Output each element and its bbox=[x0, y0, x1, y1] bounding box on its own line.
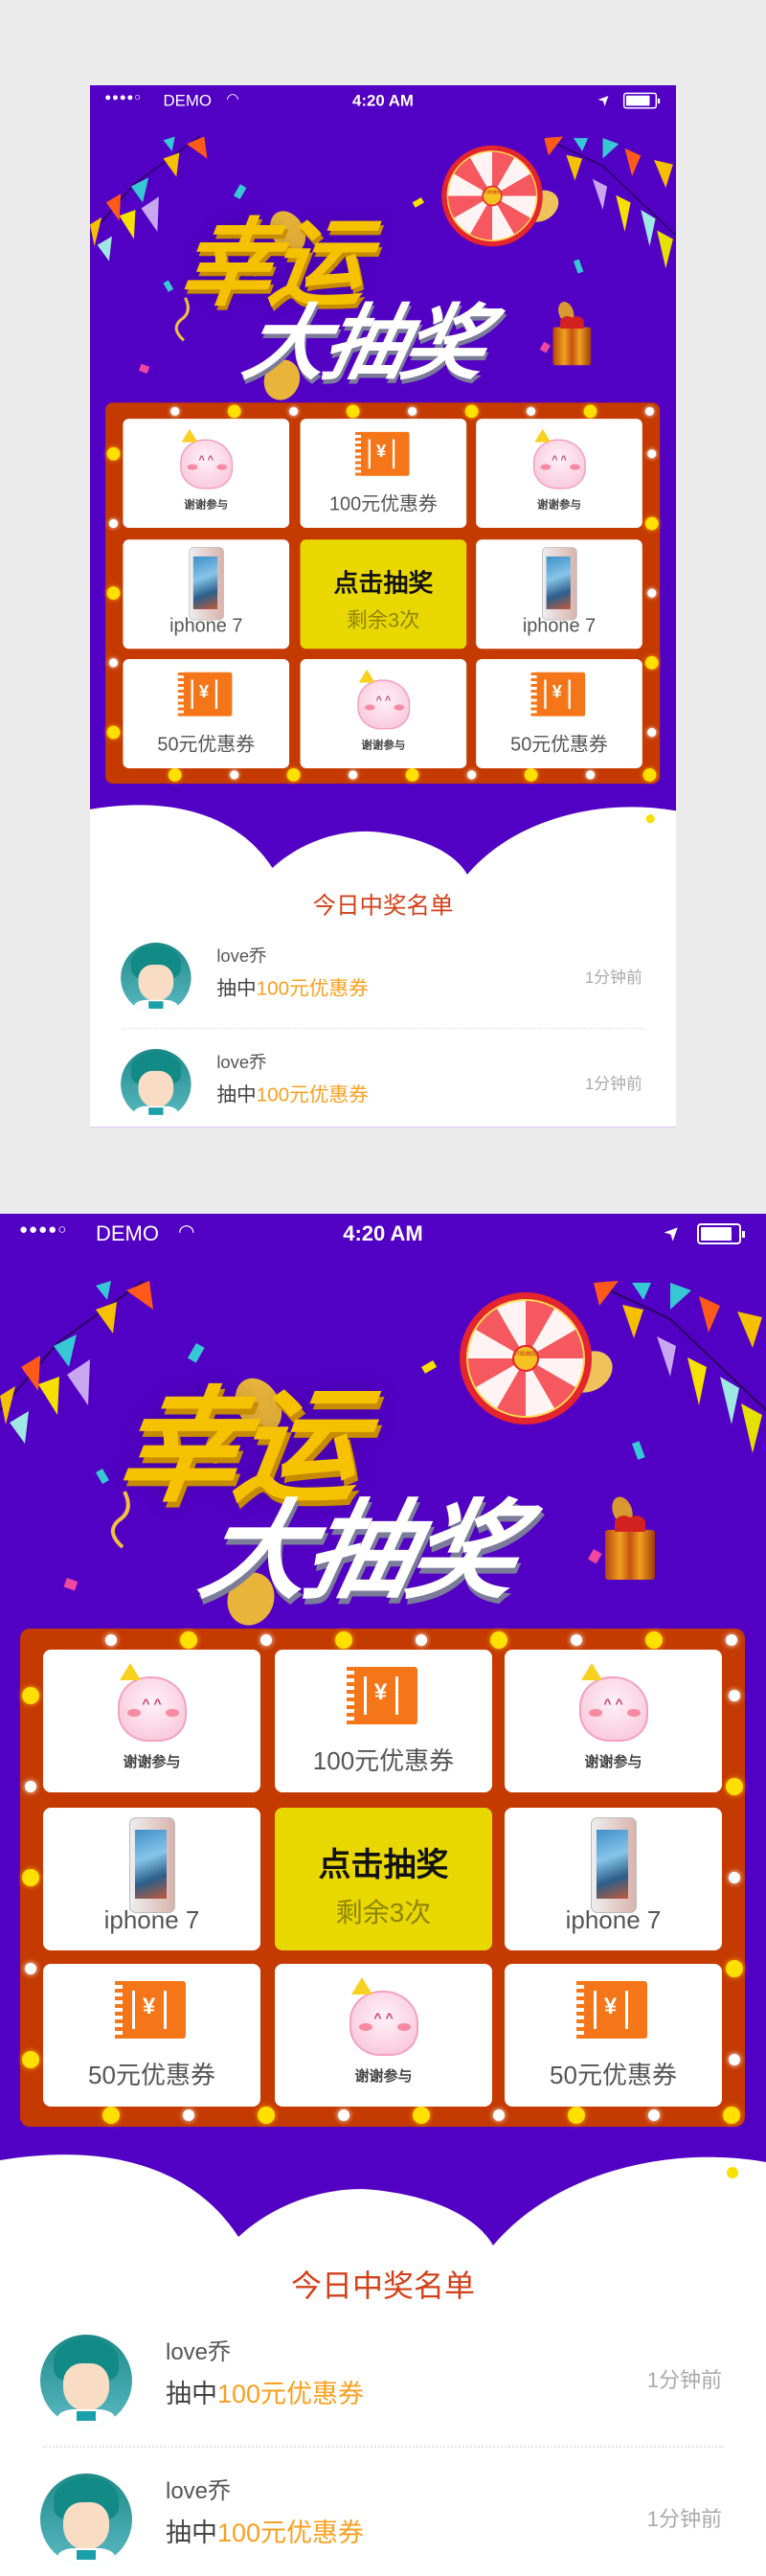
prize-name: 100元优惠券 bbox=[217, 2519, 365, 2547]
winner-row: love乔 抽中100元优惠券 1分钟前 bbox=[90, 1048, 676, 1128]
avatar bbox=[121, 943, 192, 1014]
winners-title: 今日中奖名单 bbox=[312, 892, 454, 919]
prize-name: 100元优惠券 bbox=[256, 977, 369, 999]
row-divider bbox=[42, 2446, 724, 2448]
lottery-screen: 幸运 大抽奖 开始抽奖 ●●●●○ DEMO ◠ 4:20 AM ➤ ^ ^ 谢谢… bbox=[90, 85, 676, 1128]
lottery-screen: 幸运 大抽奖 开始抽奖 ●●●●○ DEMO ◠ 4:20 AM ➤ ^ ^ 谢谢… bbox=[0, 1214, 766, 2576]
winner-name: love乔 bbox=[166, 2339, 232, 2365]
avatar bbox=[121, 1048, 192, 1120]
winner-name: love乔 bbox=[216, 946, 267, 967]
prize-name: 100元优惠券 bbox=[256, 1083, 369, 1106]
winner-row: love乔 抽中100元优惠券 1分钟前 bbox=[90, 943, 676, 1037]
winner-time: 1分钟前 bbox=[646, 2368, 722, 2392]
phone-screen-full: 幸运 大抽奖 开始抽奖 ●●●●○ DEMO ◠ 4:20 AM ➤ ^ ^ 谢谢… bbox=[0, 1214, 766, 2576]
row-divider bbox=[122, 1027, 644, 1030]
winners-title: 今日中奖名单 bbox=[290, 2268, 475, 2303]
winner-prize: 抽中100元优惠券 bbox=[166, 2373, 364, 2410]
winner-time: 1分钟前 bbox=[584, 1074, 642, 1093]
prize-prefix: 抽中 bbox=[166, 2519, 217, 2547]
winner-row: love乔 抽中100元优惠券 1分钟前 bbox=[0, 2335, 766, 2459]
winner-name: love乔 bbox=[166, 2478, 232, 2504]
winner-prize: 抽中100元优惠券 bbox=[216, 972, 368, 1001]
prize-prefix: 抽中 bbox=[166, 2380, 217, 2408]
avatar bbox=[40, 2473, 132, 2565]
winner-prize: 抽中100元优惠券 bbox=[166, 2512, 364, 2549]
winner-time: 1分钟前 bbox=[584, 968, 642, 987]
avatar bbox=[40, 2335, 132, 2427]
winner-row: love乔 抽中100元优惠券 1分钟前 bbox=[0, 2473, 766, 2576]
winner-time: 1分钟前 bbox=[646, 2507, 722, 2531]
prize-prefix: 抽中 bbox=[216, 977, 257, 999]
winner-prize: 抽中100元优惠券 bbox=[216, 1079, 368, 1107]
phone-mockup-preview: 幸运 大抽奖 开始抽奖 ●●●●○ DEMO ◠ 4:20 AM ➤ ^ ^ 谢谢… bbox=[90, 85, 676, 1128]
prize-name: 100元优惠券 bbox=[217, 2380, 365, 2408]
prize-prefix: 抽中 bbox=[216, 1083, 257, 1106]
winner-name: love乔 bbox=[216, 1052, 267, 1073]
